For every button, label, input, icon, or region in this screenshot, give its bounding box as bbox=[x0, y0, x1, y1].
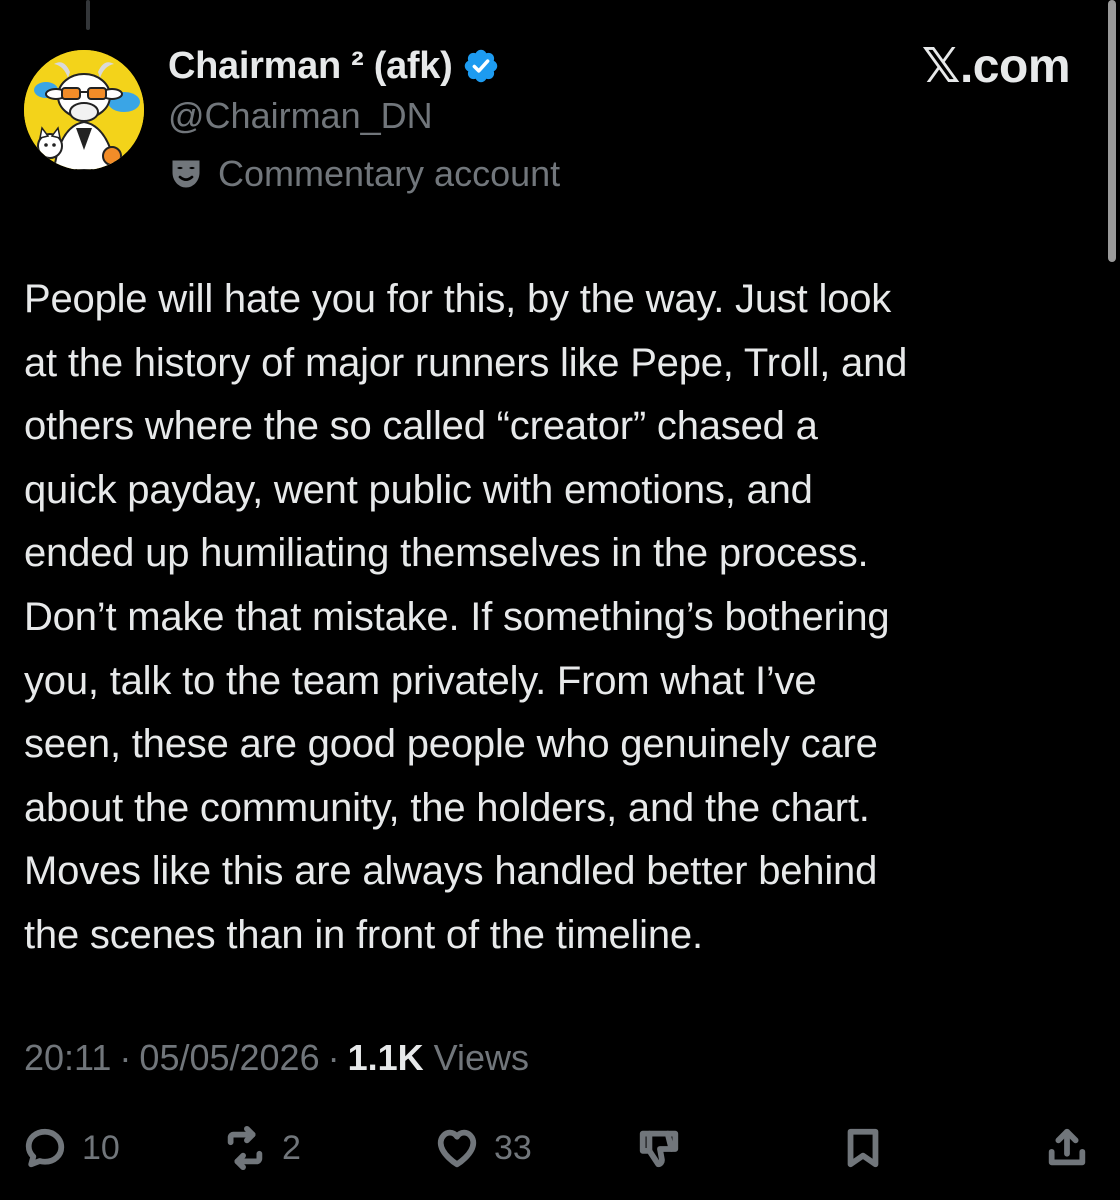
post-text-line: you, talk to the team privately. From wh… bbox=[24, 658, 817, 703]
post-text-line: quick payday, went public with emotions,… bbox=[24, 467, 813, 512]
views-count[interactable]: 1.1K bbox=[348, 1037, 424, 1079]
reply-icon bbox=[25, 1128, 65, 1168]
share-icon bbox=[1048, 1128, 1086, 1166]
like-button[interactable]: 33 bbox=[434, 1124, 532, 1172]
post-text-line: ended up humiliating themselves in the p… bbox=[24, 531, 869, 576]
post-meta: 20:11 · 05/05/2026 · 1.1K Views bbox=[24, 1032, 529, 1084]
post-text: People will hate you for this, by the wa… bbox=[24, 268, 1084, 968]
meta-separator: · bbox=[119, 1037, 132, 1078]
meta-separator: · bbox=[327, 1037, 340, 1078]
bookmark-button[interactable] bbox=[840, 1124, 886, 1172]
post-text-line: about the community, the holders, and th… bbox=[24, 785, 870, 830]
post-text-line: at the history of major runners like Pep… bbox=[24, 340, 908, 385]
reply-count: 10 bbox=[82, 1128, 120, 1167]
post-detail-view: Chairman ² (afk) @Chairman_DN Commentary… bbox=[0, 0, 1120, 1200]
post-text-line: others where the so called “creator” cha… bbox=[24, 404, 818, 449]
share-button[interactable] bbox=[1044, 1124, 1090, 1172]
repost-icon bbox=[227, 1125, 263, 1171]
x-com-watermark: 𝕏.com bbox=[921, 40, 1071, 93]
like-count: 33 bbox=[494, 1128, 532, 1167]
author-display-name[interactable]: Chairman ² (afk) bbox=[168, 45, 453, 88]
views-label[interactable]: Views bbox=[434, 1037, 529, 1079]
post-action-bar: 10 2 33 bbox=[0, 1116, 1120, 1176]
post-date[interactable]: 05/05/2026 bbox=[139, 1037, 319, 1079]
post-time[interactable]: 20:11 bbox=[24, 1037, 111, 1079]
scrollbar-thumb[interactable] bbox=[1108, 0, 1116, 262]
author-handle[interactable]: @Chairman_DN bbox=[168, 95, 433, 137]
post-text-line: People will hate you for this, by the wa… bbox=[24, 277, 892, 321]
bookmark-icon bbox=[847, 1128, 879, 1168]
account-label-text: Commentary account bbox=[218, 153, 561, 194]
post-text-line: seen, these are good people who genuinel… bbox=[24, 722, 878, 767]
thumbs-down-icon bbox=[639, 1130, 679, 1168]
thread-connector-line bbox=[86, 0, 90, 30]
cartoon-goat-avatar-icon bbox=[24, 50, 144, 170]
reply-button[interactable]: 10 bbox=[22, 1124, 120, 1172]
post-text-line: Don’t make that mistake. If something’s … bbox=[24, 594, 890, 639]
author-name-row[interactable]: Chairman ² (afk) bbox=[168, 42, 500, 90]
account-label-row[interactable]: Commentary account bbox=[168, 150, 560, 198]
repost-button[interactable]: 2 bbox=[222, 1124, 301, 1172]
dislike-button[interactable] bbox=[636, 1124, 682, 1172]
post-text-line: Moves like this are always handled bette… bbox=[24, 849, 878, 894]
verified-badge-icon[interactable] bbox=[462, 47, 500, 85]
post-text-line: the scenes than in front of the timeline… bbox=[24, 912, 703, 957]
repost-count: 2 bbox=[282, 1128, 301, 1167]
theater-mask-icon bbox=[172, 160, 200, 188]
heart-icon bbox=[437, 1129, 477, 1168]
avatar[interactable] bbox=[24, 50, 144, 170]
